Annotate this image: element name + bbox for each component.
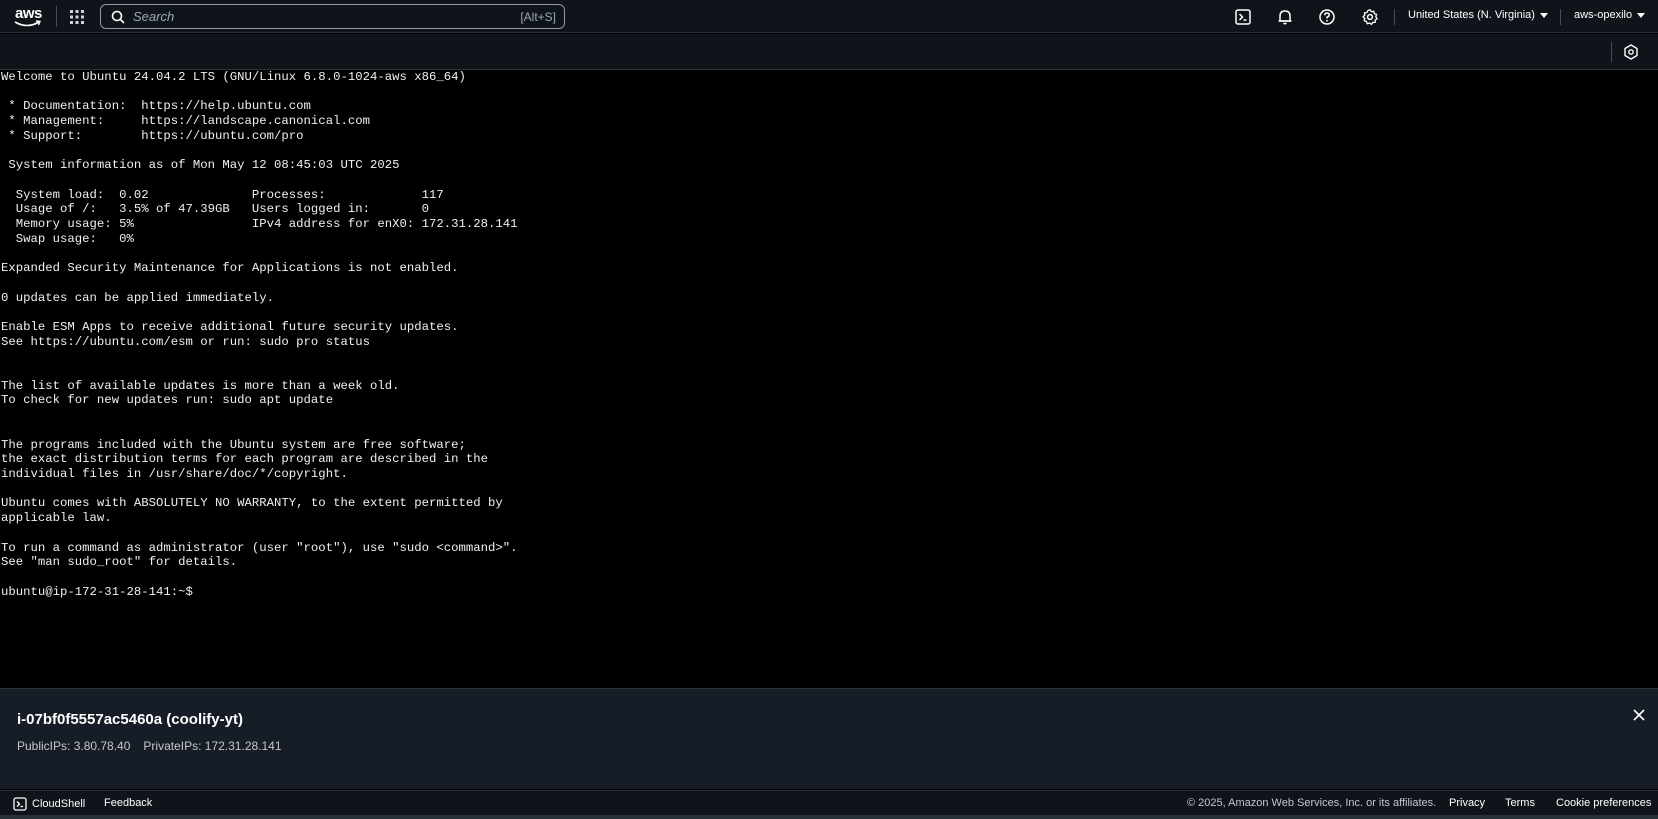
public-ips: PublicIPs: 3.80.78.40 [17, 739, 131, 753]
help-icon[interactable] [1318, 8, 1336, 26]
chevron-down-icon [1539, 12, 1548, 18]
terminal-line: System load: 0.02 Processes: 117 [1, 187, 444, 202]
account-label: aws-opexilo [1574, 9, 1633, 21]
terminal-line: * Documentation: https://help.ubuntu.com [1, 99, 311, 114]
toolbar-separator [1611, 42, 1612, 62]
region-label: United States (N. Virginia) [1408, 9, 1535, 21]
copyright-text: © 2025, Amazon Web Services, Inc. or its… [1187, 797, 1437, 809]
feedback-link[interactable]: Feedback [104, 797, 152, 809]
terminal-line: System information as of Mon May 12 08:4… [1, 158, 400, 173]
terminal-line: Expanded Security Maintenance for Applic… [1, 261, 459, 276]
chevron-down-icon [1637, 12, 1646, 18]
terminal-line: To run a command as administrator (user … [1, 540, 518, 555]
cloudshell-label: CloudShell [32, 798, 86, 810]
terminal-line: The list of available updates is more th… [1, 378, 400, 393]
region-selector[interactable]: United States (N. Virginia) [1408, 9, 1548, 21]
terminal-line: Welcome to Ubuntu 24.04.2 LTS (GNU/Linux… [1, 70, 466, 84]
nav-divider [56, 6, 57, 27]
private-ips: PrivateIPs: 172.31.28.141 [143, 739, 282, 753]
privacy-label: Privacy [1449, 797, 1486, 809]
feedback-label: Feedback [104, 797, 153, 809]
search-bar[interactable]: Search [Alt+S] [100, 4, 565, 29]
search-icon [111, 10, 125, 24]
terminal-line: applicable law. [1, 511, 112, 526]
terminal-line: Swap usage: 0% [1, 231, 134, 246]
terminal-line: To check for new updates run: sudo apt u… [1, 393, 334, 408]
terminal-line: Memory usage: 5% IPv4 address for enX0: … [1, 217, 518, 232]
instance-ip-row: PublicIPs: 3.80.78.40 PrivateIPs: 172.31… [17, 739, 282, 753]
cloudshell-icon [13, 797, 27, 811]
nav-separator [1394, 9, 1395, 25]
terminal-line: 0 updates can be applied immediately. [1, 290, 275, 305]
terminal-session[interactable]: Welcome to Ubuntu 24.04.2 LTS (GNU/Linux… [0, 70, 1658, 688]
cookie-preferences-link[interactable]: Cookie preferences [1556, 797, 1651, 809]
terminal-line: The programs included with the Ubuntu sy… [1, 437, 466, 452]
terminal-line: * Management: https://landscape.canonica… [1, 114, 370, 129]
session-toolbar [0, 34, 1658, 70]
bottom-strip [0, 815, 1658, 819]
terminal-output[interactable]: Welcome to Ubuntu 24.04.2 LTS (GNU/Linux… [0, 70, 1658, 599]
search-input[interactable]: Search [133, 9, 520, 24]
gear-icon[interactable] [1361, 8, 1379, 26]
footer: CloudShell Feedback © 2025, Amazon Web S… [0, 790, 1658, 815]
terms-label: Terms [1505, 797, 1535, 809]
account-menu[interactable]: aws-opexilo [1574, 9, 1646, 21]
cookie-preferences-label: Cookie preferences [1556, 797, 1652, 809]
terminal-line: the exact distribution terms for each pr… [1, 452, 489, 467]
top-navigation: aws Search [Alt+S] United States (N. Vir… [0, 0, 1658, 33]
instance-info-panel: i-07bf0f5557ac5460a (coolify-yt) PublicI… [0, 688, 1658, 789]
terminal-line: Enable ESM Apps to receive additional fu… [1, 319, 459, 334]
terminal-line: Usage of /: 3.5% of 47.39GB Users logged… [1, 202, 430, 217]
close-icon[interactable] [1631, 707, 1647, 723]
apps-grid-icon[interactable] [69, 9, 85, 25]
terminal-prompt[interactable]: ubuntu@ip-172-31-28-141:~$ [1, 585, 200, 599]
bell-icon[interactable] [1276, 8, 1294, 26]
privacy-link[interactable]: Privacy [1449, 797, 1485, 809]
cloudshell-icon[interactable] [1234, 8, 1252, 26]
nav-separator [1560, 9, 1561, 25]
preferences-icon[interactable] [1623, 44, 1639, 60]
aws-smile-icon [14, 20, 42, 27]
cloudshell-button[interactable]: CloudShell [13, 797, 85, 811]
terminal-line: * Support: https://ubuntu.com/pro [1, 128, 304, 143]
instance-title: i-07bf0f5557ac5460a (coolify-yt) [17, 711, 243, 728]
aws-logo[interactable]: aws [14, 5, 44, 29]
search-shortcut: [Alt+S] [520, 9, 556, 24]
terminal-line: See "man sudo_root" for details. [1, 555, 238, 570]
terminal-line: individual files in /usr/share/doc/*/cop… [1, 466, 348, 481]
terminal-line: See https://ubuntu.com/esm or run: sudo … [1, 334, 370, 349]
terminal-line: Ubuntu comes with ABSOLUTELY NO WARRANTY… [1, 496, 503, 511]
terms-link[interactable]: Terms [1505, 797, 1535, 809]
